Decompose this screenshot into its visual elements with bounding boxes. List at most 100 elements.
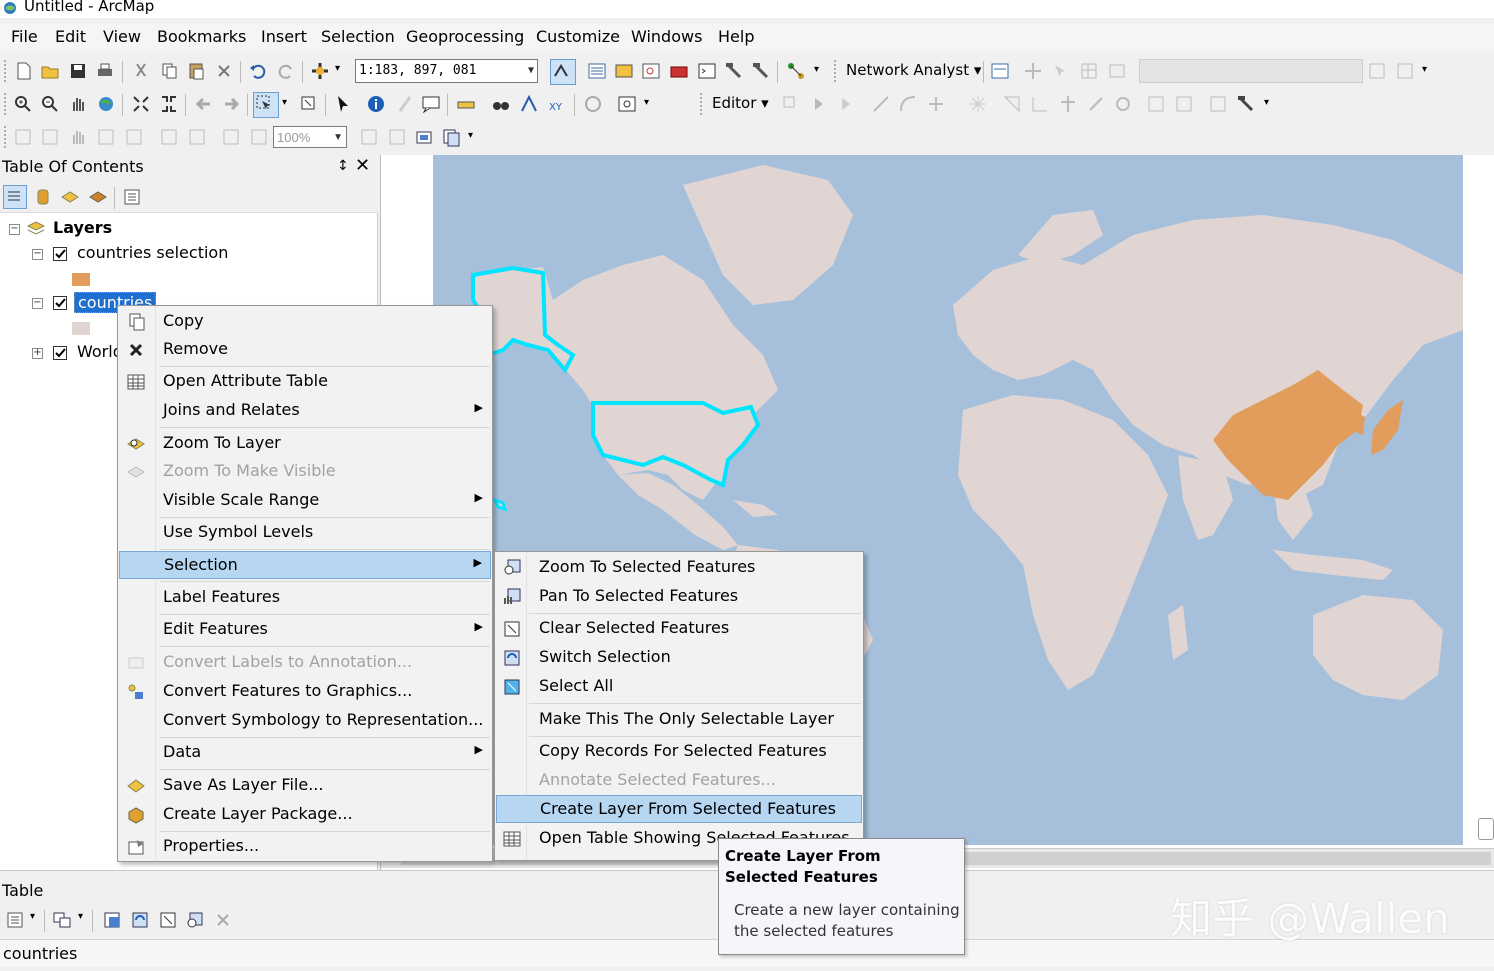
list-by-drawing-order-icon[interactable] xyxy=(3,185,27,209)
menu-item-properties[interactable]: Properties... xyxy=(119,833,491,861)
list-by-source-icon[interactable] xyxy=(33,187,53,207)
switch-selection-icon[interactable] xyxy=(130,910,150,930)
menu-item-use-symbol-levels[interactable]: Use Symbol Levels xyxy=(119,519,491,547)
table-options-dropdown-icon[interactable]: ▾ xyxy=(30,911,35,922)
menu-item-edit-features[interactable]: Edit Features ▶ xyxy=(119,616,491,644)
layer-symbol-swatch[interactable] xyxy=(72,273,90,286)
menu-windows[interactable]: Windows xyxy=(631,27,702,46)
find-route-icon[interactable] xyxy=(519,94,539,114)
select-dropdown-icon[interactable]: ▾ xyxy=(282,97,287,108)
menu-bookmarks[interactable]: Bookmarks xyxy=(157,27,246,46)
editor-menu[interactable]: Editor ▾ xyxy=(712,94,769,112)
undo-icon[interactable] xyxy=(248,61,268,81)
list-by-visibility-icon[interactable] xyxy=(60,187,80,207)
toolbar-options-icon[interactable]: ▾ xyxy=(468,130,473,141)
go-forward-icon[interactable] xyxy=(221,94,241,114)
catalog-window-icon[interactable] xyxy=(614,61,634,81)
go-back-icon[interactable] xyxy=(194,94,214,114)
pan-hand-icon[interactable] xyxy=(68,94,88,114)
menu-item-visible-scale-range[interactable]: Visible Scale Range ▶ xyxy=(119,487,491,515)
list-by-selection-icon[interactable] xyxy=(88,187,108,207)
menu-view[interactable]: View xyxy=(103,27,141,46)
layer-visibility-checkbox[interactable] xyxy=(53,346,67,360)
add-data-icon[interactable] xyxy=(310,61,330,81)
menu-insert[interactable]: Insert xyxy=(261,27,307,46)
network-analyst-menu[interactable]: Network Analyst ▾ xyxy=(846,61,981,79)
clear-selected-icon[interactable] xyxy=(299,94,319,114)
modelbuilder-hammer-icon[interactable] xyxy=(724,61,744,81)
clear-selection-icon[interactable] xyxy=(158,910,178,930)
menu-item-make-only-selectable[interactable]: Make This The Only Selectable Layer xyxy=(496,706,862,734)
change-layout-icon[interactable] xyxy=(414,127,434,147)
select-by-attributes-icon[interactable] xyxy=(102,910,122,930)
copy-toolbar-icon[interactable] xyxy=(159,61,179,81)
print-icon[interactable] xyxy=(95,61,115,81)
menu-selection[interactable]: Selection xyxy=(321,27,395,46)
map-scale-combo[interactable]: 1:183, 897, 081 ▼ xyxy=(355,59,538,83)
menu-item-label-features[interactable]: Label Features xyxy=(119,584,491,612)
toolbar-grip[interactable] xyxy=(4,126,8,148)
toolbar-options-icon[interactable]: ▾ xyxy=(644,97,649,108)
data-driven-pages-icon[interactable] xyxy=(441,127,461,147)
identify-icon[interactable] xyxy=(366,94,386,114)
data-frame-label[interactable]: Layers xyxy=(53,218,112,237)
toc-options-icon[interactable] xyxy=(122,187,142,207)
zoom-in-icon[interactable] xyxy=(13,94,33,114)
paste-icon[interactable] xyxy=(186,61,206,81)
menu-item-zoom-to-selected[interactable]: Zoom To Selected Features xyxy=(496,554,862,582)
fixed-zoom-out-icon[interactable] xyxy=(159,94,179,114)
zoom-out-icon[interactable] xyxy=(40,94,60,114)
select-features-icon[interactable] xyxy=(253,92,279,118)
menu-item-open-attribute-table[interactable]: Open Attribute Table xyxy=(119,368,491,396)
menu-help[interactable]: Help xyxy=(718,27,754,46)
menu-edit[interactable]: Edit xyxy=(55,27,86,46)
menu-item-data[interactable]: Data ▶ xyxy=(119,739,491,767)
toolbar-options-icon[interactable]: ▾ xyxy=(1422,64,1427,75)
related-tables-dropdown-icon[interactable]: ▾ xyxy=(78,911,83,922)
go-to-xy-icon[interactable]: XY xyxy=(547,94,567,114)
fixed-zoom-in-icon[interactable] xyxy=(131,94,151,114)
editor-toolbar-toggle-icon[interactable] xyxy=(550,59,576,85)
new-document-icon[interactable] xyxy=(14,61,34,81)
search-window-icon[interactable] xyxy=(641,61,661,81)
collapse-layer-toggle[interactable]: − xyxy=(32,249,43,260)
table-options-icon[interactable] xyxy=(5,910,25,930)
expand-layer-toggle[interactable]: + xyxy=(32,348,43,359)
menu-item-clear-selected[interactable]: Clear Selected Features xyxy=(496,615,862,643)
cut-icon[interactable] xyxy=(131,61,151,81)
time-slider-icon[interactable] xyxy=(583,94,603,114)
menu-item-copy-records[interactable]: Copy Records For Selected Features xyxy=(496,738,862,766)
select-elements-arrow-icon[interactable] xyxy=(333,94,353,114)
collapse-layers-toggle[interactable]: − xyxy=(9,224,20,235)
menu-item-remove[interactable]: Remove xyxy=(119,336,491,364)
zoom-to-selected-icon[interactable] xyxy=(185,910,205,930)
html-popup-icon[interactable] xyxy=(421,94,441,114)
toolbar-grip[interactable] xyxy=(700,93,704,115)
arctoolbox-icon[interactable] xyxy=(669,61,689,81)
menu-item-pan-to-selected[interactable]: Pan To Selected Features xyxy=(496,583,862,611)
layer-name-countries-selection[interactable]: countries selection xyxy=(77,243,228,262)
toc-window-icon[interactable] xyxy=(587,61,607,81)
menu-file[interactable]: File xyxy=(11,27,38,46)
menu-item-create-layer-from-selected[interactable]: Create Layer From Selected Features xyxy=(496,795,862,823)
add-data-dropdown-icon[interactable]: ▾ xyxy=(335,63,340,74)
layer-symbol-swatch[interactable] xyxy=(72,322,90,335)
viewer-window-icon[interactable] xyxy=(617,94,637,114)
menu-geoprocessing[interactable]: Geoprocessing xyxy=(406,27,524,46)
toolbar-options-icon[interactable]: ▾ xyxy=(1264,97,1269,108)
toolbar-grip[interactable] xyxy=(4,60,8,82)
side-panel-tab-icon[interactable] xyxy=(1478,818,1494,840)
menu-item-select-all[interactable]: Select All xyxy=(496,673,862,701)
menu-customize[interactable]: Customize xyxy=(536,27,620,46)
menu-item-joins-and-relates[interactable]: Joins and Relates ▶ xyxy=(119,397,491,425)
tools-hammer-icon[interactable] xyxy=(751,61,771,81)
network-window-icon[interactable] xyxy=(990,61,1010,81)
pin-icon[interactable]: ↕ xyxy=(337,158,349,174)
toolbar-options-icon[interactable]: ▾ xyxy=(814,64,819,75)
menu-item-create-layer-package[interactable]: Create Layer Package... xyxy=(119,801,491,829)
related-tables-icon[interactable] xyxy=(52,910,72,930)
close-icon[interactable]: ✕ xyxy=(355,155,370,176)
network-build-icon[interactable] xyxy=(786,61,806,81)
menu-item-convert-symbology[interactable]: Convert Symbology to Representation... xyxy=(119,707,491,735)
collapse-layer-toggle[interactable]: − xyxy=(32,298,43,309)
